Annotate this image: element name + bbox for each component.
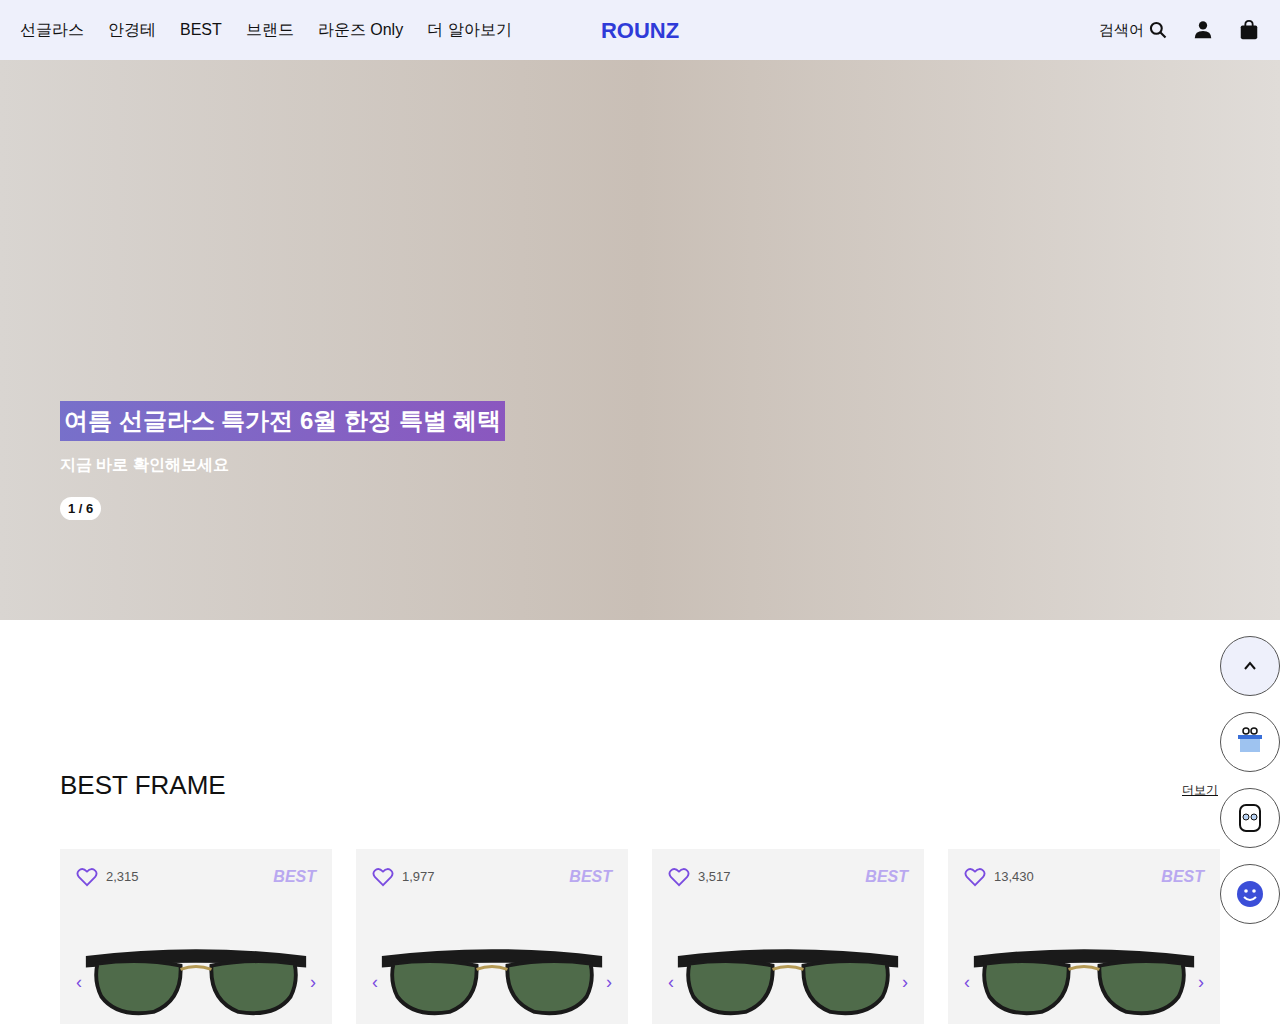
- side-buttons: [1220, 636, 1280, 924]
- best-frame-section: BEST FRAME 2,315 BEST ‹ › 1,977 BEST ‹ › 3,517 BES…: [0, 620, 1280, 1024]
- prev-arrow-icon[interactable]: ‹: [668, 969, 674, 996]
- prev-arrow-icon[interactable]: ‹: [76, 969, 82, 996]
- nav-item[interactable]: BEST: [180, 18, 222, 42]
- next-arrow-icon[interactable]: ›: [606, 969, 612, 996]
- hero-pager: 1 / 6: [60, 497, 101, 521]
- chevron-up-icon: [1243, 659, 1257, 673]
- product-card[interactable]: 2,315 BEST ‹ ›: [60, 849, 332, 1024]
- prev-arrow-icon[interactable]: ‹: [372, 969, 378, 996]
- more-link[interactable]: 더보기: [1182, 781, 1218, 799]
- hero-subtitle: 지금 바로 확인해보세요: [60, 453, 1280, 477]
- like-count: 13,430: [994, 867, 1034, 887]
- heart-icon[interactable]: [668, 867, 690, 887]
- best-badge: BEST: [1161, 865, 1204, 889]
- bag-icon[interactable]: [1238, 19, 1260, 41]
- next-arrow-icon[interactable]: ›: [902, 969, 908, 996]
- next-arrow-icon[interactable]: ›: [1198, 969, 1204, 996]
- try-on-button[interactable]: [1220, 788, 1280, 848]
- chat-button[interactable]: [1220, 864, 1280, 924]
- best-badge: BEST: [865, 865, 908, 889]
- product-list: 2,315 BEST ‹ › 1,977 BEST ‹ › 3,517 BEST ‹ › 13,430 B…: [60, 849, 1220, 1024]
- section-title: BEST FRAME: [60, 766, 1220, 805]
- search[interactable]: 검색어: [1099, 19, 1168, 42]
- chat-smile-icon: [1235, 879, 1265, 909]
- sunglasses-icon: [378, 937, 606, 1024]
- prev-arrow-icon[interactable]: ‹: [964, 969, 970, 996]
- logo[interactable]: ROUNZ: [601, 14, 679, 47]
- sunglasses-icon: [970, 937, 1198, 1024]
- nav-item[interactable]: 브랜드: [246, 18, 294, 42]
- best-badge: BEST: [273, 865, 316, 889]
- product-card[interactable]: 1,977 BEST ‹ ›: [356, 849, 628, 1024]
- like-count: 3,517: [698, 867, 731, 887]
- hero-title: 여름 선글라스 특가전 6월 한정 특별 혜택: [60, 401, 505, 441]
- header: 선글라스 안경테 BEST 브랜드 라운즈 Only 더 알아보기 ROUNZ 검색어: [0, 0, 1280, 60]
- store-button[interactable]: [1220, 712, 1280, 772]
- hero-banner[interactable]: 여름 선글라스 특가전 6월 한정 특별 혜택지금 바로 확인해보세요 1 / 6: [0, 60, 1280, 620]
- page: 선글라스 안경테 BEST 브랜드 라운즈 Only 더 알아보기 ROUNZ 검색어여름 선…: [0, 0, 1280, 1024]
- header-actions: 검색어: [1099, 19, 1260, 42]
- heart-icon[interactable]: [964, 867, 986, 887]
- nav-item[interactable]: 안경테: [108, 18, 156, 42]
- heart-icon[interactable]: [372, 867, 394, 887]
- search-icon: [1148, 20, 1168, 40]
- next-arrow-icon[interactable]: ›: [310, 969, 316, 996]
- best-badge: BEST: [569, 865, 612, 889]
- nav-item[interactable]: 라운즈 Only: [318, 18, 403, 42]
- product-card[interactable]: 3,517 BEST ‹ ›: [652, 849, 924, 1024]
- nav-item[interactable]: 선글라스: [20, 18, 84, 42]
- scroll-top-button[interactable]: [1220, 636, 1280, 696]
- heart-icon[interactable]: [76, 867, 98, 887]
- face-glasses-icon: [1235, 802, 1265, 834]
- like-count: 2,315: [106, 867, 139, 887]
- main-nav: 선글라스 안경테 BEST 브랜드 라운즈 Only 더 알아보기: [20, 18, 512, 42]
- user-icon[interactable]: [1192, 19, 1214, 41]
- like-count: 1,977: [402, 867, 435, 887]
- nav-item[interactable]: 더 알아보기: [427, 18, 511, 42]
- sunglasses-icon: [674, 937, 902, 1024]
- store-icon: [1234, 726, 1266, 758]
- product-card[interactable]: 13,430 BEST ‹ ›: [948, 849, 1220, 1024]
- sunglasses-icon: [82, 937, 310, 1024]
